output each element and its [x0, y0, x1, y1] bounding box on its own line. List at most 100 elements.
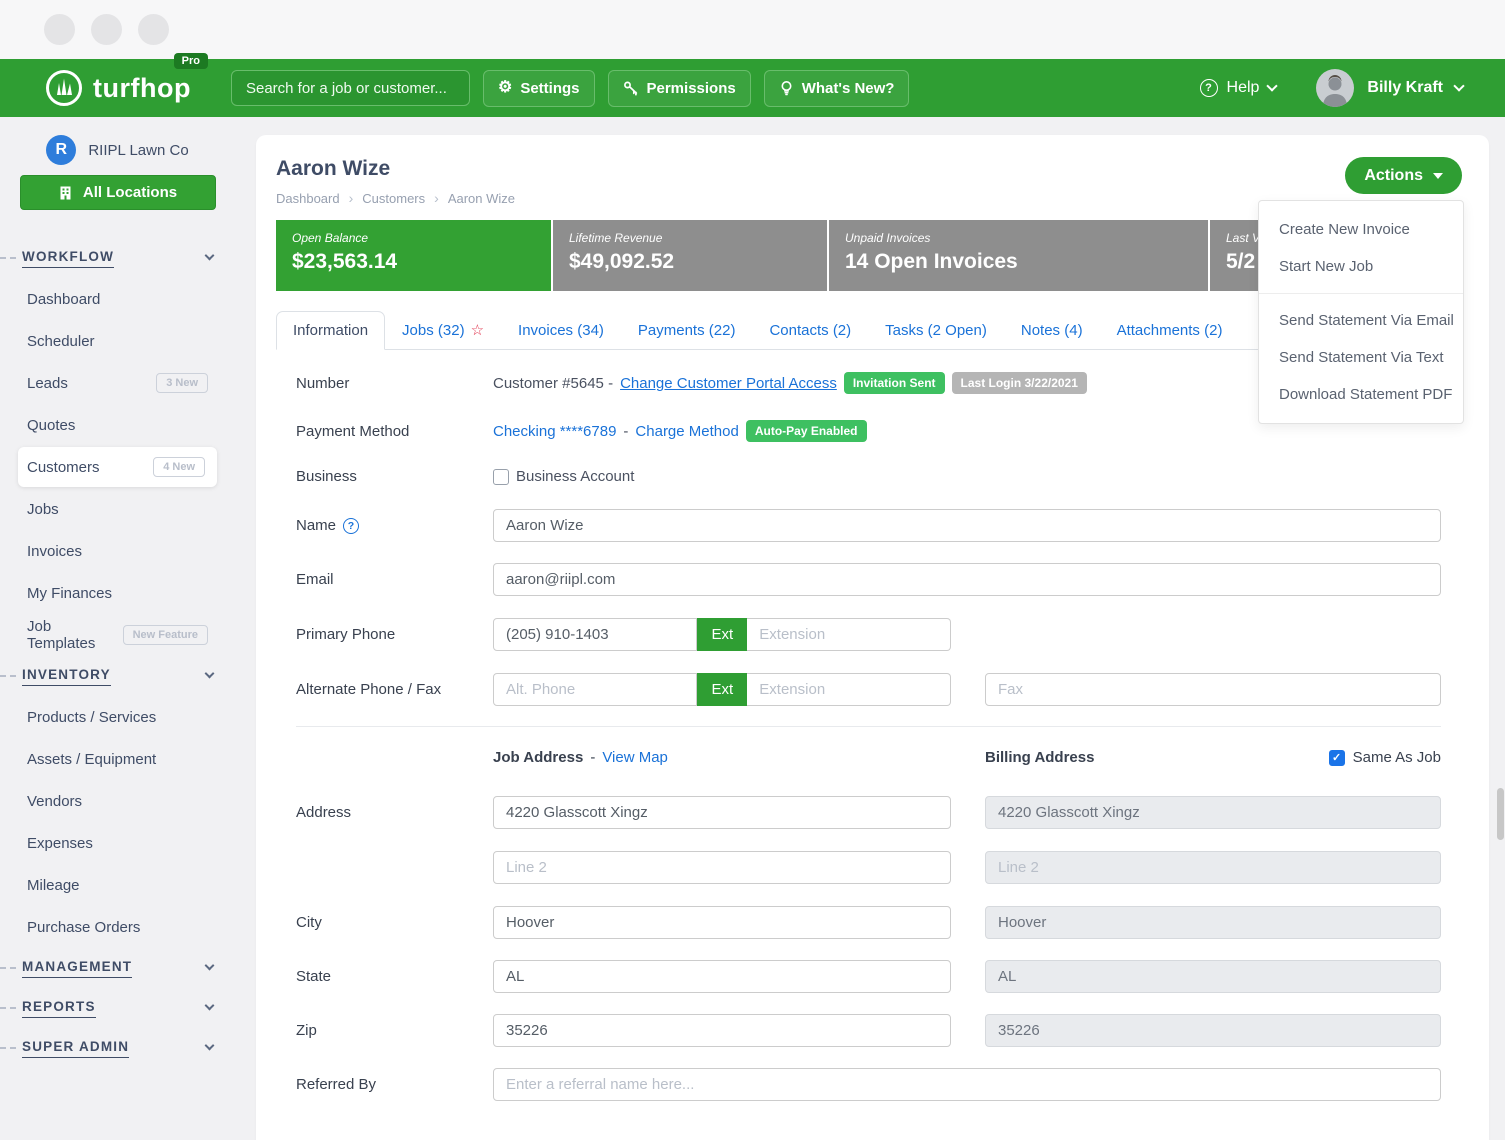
name-help-icon[interactable]: ?: [343, 518, 359, 534]
tab-payments-22[interactable]: Payments (22): [621, 311, 753, 350]
stat-label: Lifetime Revenue: [569, 231, 811, 245]
sidebar-item-badge: New Feature: [123, 625, 208, 645]
name-input[interactable]: [493, 509, 1441, 542]
tab-contacts-2[interactable]: Contacts (2): [752, 311, 868, 350]
sidebar-item-leads[interactable]: Leads3 New: [0, 362, 235, 404]
user-name: Billy Kraft: [1367, 79, 1443, 97]
sidebar-item-label: Vendors: [27, 793, 82, 810]
sidebar-item-expenses[interactable]: Expenses: [0, 822, 235, 864]
sidebar-item-jobs[interactable]: Jobs: [0, 488, 235, 530]
customer-form: Number Customer #5645 - Change Customer …: [256, 350, 1489, 1101]
section-dash: [0, 1047, 16, 1049]
tab-label: Information: [293, 322, 368, 339]
sidebar-item-assets-equipment[interactable]: Assets / Equipment: [0, 738, 235, 780]
tab-notes-4[interactable]: Notes (4): [1004, 311, 1100, 350]
sidebar-item-invoices[interactable]: Invoices: [0, 530, 235, 572]
brand-logo[interactable]: turfhop Pro: [44, 68, 191, 108]
sidebar-item-vendors[interactable]: Vendors: [0, 780, 235, 822]
user-avatar[interactable]: [1316, 69, 1354, 107]
search-input[interactable]: [231, 70, 470, 106]
same-as-job-label: Same As Job: [1353, 749, 1441, 766]
sidebar-item-mileage[interactable]: Mileage: [0, 864, 235, 906]
chevron-down-icon: [205, 961, 215, 971]
alt-phone-input[interactable]: [493, 673, 697, 706]
sidebar-item-badge: 3 New: [156, 373, 208, 393]
referred-by-label: Referred By: [296, 1076, 493, 1093]
tab-label: Payments (22): [638, 322, 736, 339]
sidebar-section-reports[interactable]: REPORTS: [0, 988, 235, 1028]
sidebar-section-super-admin[interactable]: SUPER ADMIN: [0, 1028, 235, 1068]
primary-ext-button[interactable]: Ext: [697, 618, 747, 651]
charge-method-link[interactable]: Charge Method: [635, 423, 738, 440]
sidebar-item-job-templates[interactable]: Job TemplatesNew Feature: [0, 614, 235, 656]
business-account-checkbox-label: Business Account: [516, 468, 634, 485]
job-city-input[interactable]: [493, 906, 951, 939]
sidebar-section-workflow[interactable]: WORKFLOW: [0, 238, 235, 278]
chevron-down-icon: [205, 669, 215, 679]
last-login-badge: Last Login 3/22/2021: [952, 372, 1087, 394]
sidebar-section-management[interactable]: MANAGEMENT: [0, 948, 235, 988]
sidebar-item-customers[interactable]: Customers4 New: [18, 447, 217, 487]
referred-by-input[interactable]: [493, 1068, 1441, 1101]
section-dash: [0, 257, 16, 259]
stat-card-open-balance: Open Balance$23,563.14: [276, 220, 551, 291]
menu-send-statement-via-email[interactable]: Send Statement Via Email: [1259, 302, 1463, 339]
business-account-checkbox[interactable]: [493, 469, 509, 485]
settings-button[interactable]: ⚙ Settings: [483, 70, 595, 107]
breadcrumb-item-dashboard[interactable]: Dashboard: [276, 191, 340, 206]
actions-button-label: Actions: [1364, 167, 1423, 185]
job-zip-input[interactable]: [493, 1014, 951, 1047]
tab-label: Contacts (2): [769, 322, 851, 339]
sidebar-item-label: Job Templates: [27, 618, 123, 652]
primary-extension-input[interactable]: [747, 618, 951, 651]
chevron-down-icon: [205, 1041, 215, 1051]
fax-input[interactable]: [985, 673, 1441, 706]
section-dash: [0, 967, 16, 969]
tab-information[interactable]: Information: [276, 311, 385, 350]
tab-attachments-2[interactable]: Attachments (2): [1100, 311, 1240, 350]
actions-button[interactable]: Actions: [1345, 157, 1462, 194]
menu-create-new-invoice[interactable]: Create New Invoice: [1259, 211, 1463, 248]
tab-tasks-2-open[interactable]: Tasks (2 Open): [868, 311, 1004, 350]
city-label: City: [296, 914, 493, 931]
billing-address-line2-input: [985, 851, 1441, 884]
all-locations-button[interactable]: All Locations: [20, 175, 216, 210]
tab-jobs-32[interactable]: Jobs (32)☆: [385, 311, 501, 350]
turfhop-grass-logo-icon: [44, 68, 84, 108]
scrollbar-thumb[interactable]: [1497, 788, 1504, 840]
menu-download-statement-pdf[interactable]: Download Statement PDF: [1259, 376, 1463, 413]
change-portal-access-link[interactable]: Change Customer Portal Access: [620, 375, 837, 392]
payment-account-link[interactable]: Checking ****6789: [493, 423, 616, 440]
menu-send-statement-via-text[interactable]: Send Statement Via Text: [1259, 339, 1463, 376]
menu-start-new-job[interactable]: Start New Job: [1259, 248, 1463, 285]
view-map-link[interactable]: View Map: [602, 749, 668, 766]
email-input[interactable]: [493, 563, 1441, 596]
permissions-button[interactable]: Permissions: [608, 70, 751, 107]
sidebar-item-scheduler[interactable]: Scheduler: [0, 320, 235, 362]
invitation-sent-badge: Invitation Sent: [844, 372, 945, 394]
section-divider: [296, 726, 1441, 727]
name-label: Name: [296, 517, 336, 534]
user-menu[interactable]: Billy Kraft: [1367, 79, 1463, 97]
job-state-input[interactable]: [493, 960, 951, 993]
same-as-job-checkbox[interactable]: ✓: [1329, 750, 1345, 766]
primary-phone-input[interactable]: [493, 618, 697, 651]
sidebar-section-inventory[interactable]: INVENTORY: [0, 656, 235, 696]
help-menu[interactable]: ? Help: [1200, 79, 1277, 97]
sidebar-item-quotes[interactable]: Quotes: [0, 404, 235, 446]
sidebar-item-purchase-orders[interactable]: Purchase Orders: [0, 906, 235, 948]
breadcrumb-item-customers[interactable]: Customers: [362, 191, 425, 206]
sidebar-item-label: Expenses: [27, 835, 93, 852]
job-address-input[interactable]: [493, 796, 951, 829]
job-address-line2-input[interactable]: [493, 851, 951, 884]
sidebar-item-my-finances[interactable]: My Finances: [0, 572, 235, 614]
pro-badge: Pro: [174, 53, 208, 69]
tab-invoices-34[interactable]: Invoices (34): [501, 311, 621, 350]
company-row[interactable]: R RIIPL Lawn Co: [0, 135, 235, 165]
sidebar-item-products-services[interactable]: Products / Services: [0, 696, 235, 738]
navbar-right: ? Help Billy Kraft: [1200, 69, 1463, 107]
alt-extension-input[interactable]: [747, 673, 951, 706]
whats-new-button[interactable]: What's New?: [764, 70, 910, 107]
alt-ext-button[interactable]: Ext: [697, 673, 747, 706]
sidebar-item-dashboard[interactable]: Dashboard: [0, 278, 235, 320]
